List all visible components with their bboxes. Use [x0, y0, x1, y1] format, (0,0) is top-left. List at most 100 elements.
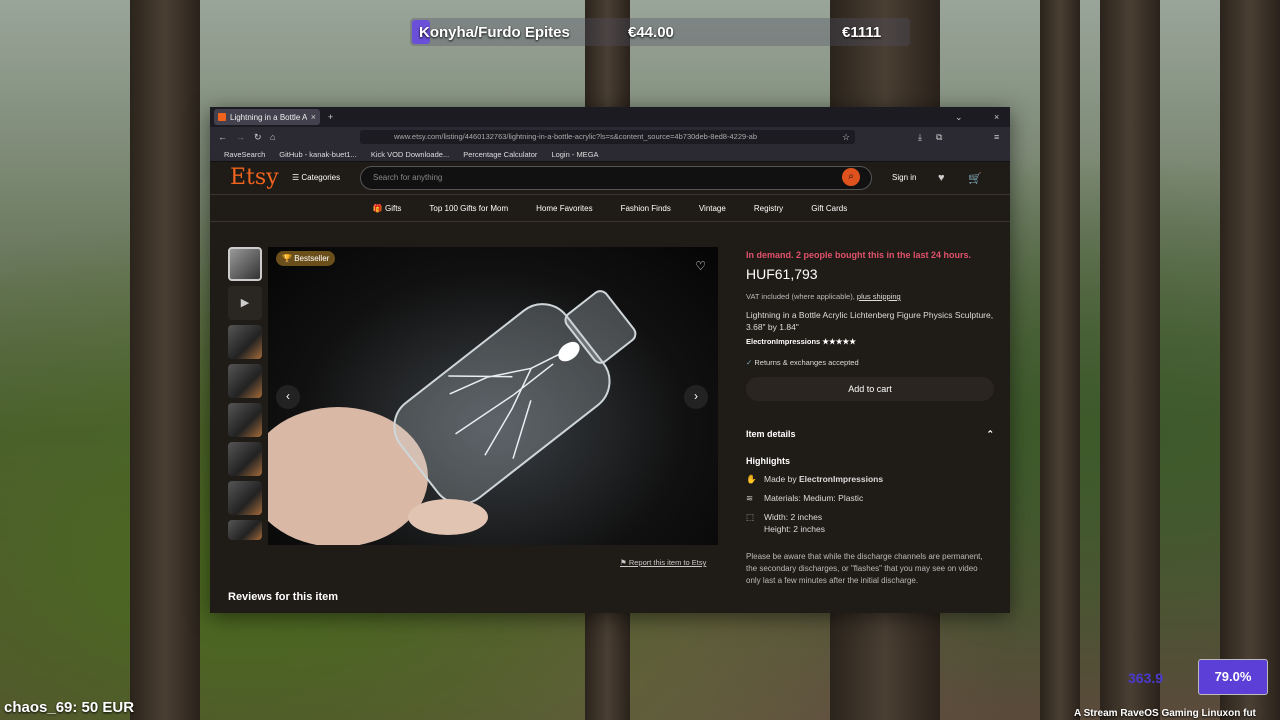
menu-icon[interactable]: ≡ — [994, 132, 999, 142]
bookmark-item[interactable]: RaveSearch — [224, 150, 265, 159]
bestseller-badge: 🏆 Bestseller — [276, 251, 336, 266]
materials-text: Materials: Medium: Plastic — [764, 493, 864, 503]
thumbnail[interactable] — [228, 442, 262, 476]
returns-info: ✓ Returns & exchanges accepted — [746, 358, 994, 367]
thumbnail[interactable] — [228, 364, 262, 398]
tab-bar: Lightning in a Bottle Acr × + ⌄ × — [210, 107, 1010, 127]
scrolling-ticker: A Stream RaveOS Gaming Linuxon fut — [1074, 708, 1256, 719]
item-details-label: Item details — [746, 429, 796, 439]
tree-trunk — [1220, 0, 1280, 720]
category-nav: 🎁 Gifts Top 100 Gifts for Mom Home Favor… — [210, 194, 1010, 222]
check-icon: ✓ — [746, 358, 753, 367]
bookmark-item[interactable]: GitHub - kanak-buet1... — [279, 150, 357, 159]
etsy-header: Etsy ☰ Categories Search for anything ⌕ … — [210, 162, 1010, 194]
sign-in-link[interactable]: Sign in — [892, 173, 916, 182]
bookmarks-bar: RaveSearch GitHub - kanak-buet1... Kick … — [210, 147, 1010, 162]
donation-alert: chaos_69: 50 EUR — [4, 699, 135, 716]
thumbnail[interactable] — [228, 481, 262, 515]
categories-button[interactable]: ☰ Categories — [292, 173, 340, 182]
tab-list-chevron-icon[interactable]: ⌄ — [955, 112, 963, 123]
categories-label: Categories — [301, 173, 341, 182]
next-image-chevron-icon[interactable]: › — [684, 385, 708, 409]
search-icon[interactable]: ⌕ — [842, 168, 860, 186]
tab-title: Lightning in a Bottle Acr — [230, 112, 307, 122]
dimensions-row: ⬚ Width: 2 inches Height: 2 inches — [746, 511, 994, 535]
nav-label: Gifts — [384, 203, 402, 213]
goal-price: €44.00 — [628, 24, 674, 41]
browser-tab[interactable]: Lightning in a Bottle Acr × — [214, 109, 320, 125]
made-by-shop-link[interactable]: ElectronImpressions — [799, 474, 883, 484]
goal-item: Konyha/Furdo Epites — [419, 24, 570, 41]
shipping-link[interactable]: plus shipping — [857, 292, 901, 301]
favorite-heart-icon[interactable]: ♡ — [695, 259, 706, 273]
etsy-favicon-icon — [218, 113, 226, 121]
returns-text: Returns & exchanges accepted — [754, 358, 859, 367]
nav-vintage[interactable]: Vintage — [699, 204, 726, 213]
nav-top100[interactable]: Top 100 Gifts for Mom — [429, 204, 508, 213]
item-details-toggle[interactable]: Item details ⌃ — [746, 429, 994, 440]
add-to-cart-button[interactable]: Add to cart — [746, 377, 994, 401]
goal-total: €1111 — [842, 24, 882, 41]
made-by-prefix: Made by — [764, 474, 797, 484]
nav-registry[interactable]: Registry — [754, 204, 783, 213]
product-disclaimer: Please be aware that while the discharge… — [746, 552, 983, 585]
reload-icon[interactable]: ↻ — [254, 132, 262, 143]
thumbnail[interactable] — [228, 520, 262, 540]
tree-trunk — [130, 0, 200, 720]
extensions-icon[interactable]: ⧉ — [936, 132, 942, 143]
lightning-bottle-illustration — [268, 290, 637, 545]
nav-home-favorites[interactable]: Home Favorites — [536, 204, 592, 213]
url-bar[interactable]: www.etsy.com/listing/4460132763/lightnin… — [360, 130, 855, 144]
cart-icon[interactable]: 🛒 — [968, 172, 982, 185]
report-label: Report this item to Etsy — [628, 558, 707, 567]
thumbnail-gallery: ▶ — [228, 247, 262, 545]
layers-icon: ≋ — [746, 493, 754, 503]
product-price: HUF61,793 — [746, 266, 818, 282]
thumbnail[interactable] — [228, 325, 262, 359]
demand-notice: In demand. 2 people bought this in the l… — [746, 250, 972, 260]
etsy-logo[interactable]: Etsy — [230, 165, 279, 190]
shop-name[interactable]: ElectronImpressions ★★★★★ — [746, 337, 994, 346]
vat-note: VAT included (where applicable), plus sh… — [746, 292, 994, 301]
close-tab-icon[interactable]: × — [311, 112, 316, 122]
home-icon[interactable]: ⌂ — [270, 132, 275, 142]
bookmark-item[interactable]: Percentage Calculator — [463, 150, 537, 159]
report-item-link[interactable]: ⚑ Report this item to Etsy — [620, 558, 706, 567]
reviews-heading: Reviews for this item — [228, 591, 339, 603]
ghost-counter: 363.9 — [1128, 670, 1164, 686]
new-tab-icon[interactable]: + — [328, 112, 333, 122]
highlights-heading: Highlights — [746, 456, 790, 466]
tree-trunk — [1040, 0, 1080, 720]
rating-stars: ★★★★★ — [822, 337, 856, 346]
downloads-icon[interactable]: ⤓ — [918, 132, 922, 143]
materials-row: ≋ Materials: Medium: Plastic — [746, 492, 994, 504]
vat-text: VAT included (where applicable), — [746, 292, 855, 301]
hand-icon: ✋ — [746, 474, 757, 484]
product-image[interactable]: 🏆 Bestseller ♡ ‹ › — [268, 247, 718, 545]
bookmark-star-icon[interactable]: ☆ — [842, 132, 850, 143]
nav-gifts[interactable]: 🎁 Gifts — [373, 204, 402, 213]
forward-icon[interactable]: → — [236, 132, 245, 142]
thumbnail[interactable] — [228, 403, 262, 437]
product-info-panel: In demand. 2 people bought this in the l… — [746, 250, 994, 587]
shop-link[interactable]: ElectronImpressions — [746, 337, 820, 346]
back-icon[interactable]: ← — [218, 132, 227, 142]
nav-gift-cards[interactable]: Gift Cards — [811, 204, 847, 213]
video-thumbnail-play-icon[interactable]: ▶ — [228, 286, 262, 320]
bookmark-item[interactable]: Kick VOD Downloade... — [371, 150, 449, 159]
favorites-heart-icon[interactable]: ♥ — [938, 172, 945, 184]
progress-percentage: 79.0% — [1198, 659, 1268, 695]
height-text: Height: 2 inches — [764, 524, 825, 534]
nav-toolbar: ← → ↻ ⌂ www.etsy.com/listing/4460132763/… — [210, 127, 1010, 147]
close-window-icon[interactable]: × — [994, 112, 999, 122]
nav-fashion-finds[interactable]: Fashion Finds — [621, 204, 671, 213]
prev-image-chevron-icon[interactable]: ‹ — [276, 385, 300, 409]
product-title: Lightning in a Bottle Acrylic Lichtenber… — [746, 310, 994, 332]
bookmark-item[interactable]: Login - MEGA — [551, 150, 598, 159]
made-by-row: ✋ Made by ElectronImpressions — [746, 473, 994, 485]
ruler-icon: ⬚ — [746, 512, 755, 522]
width-text: Width: 2 inches — [764, 512, 823, 522]
search-input[interactable]: Search for anything — [360, 166, 872, 190]
thumbnail[interactable] — [228, 247, 262, 281]
badge-label: Bestseller — [294, 254, 330, 263]
